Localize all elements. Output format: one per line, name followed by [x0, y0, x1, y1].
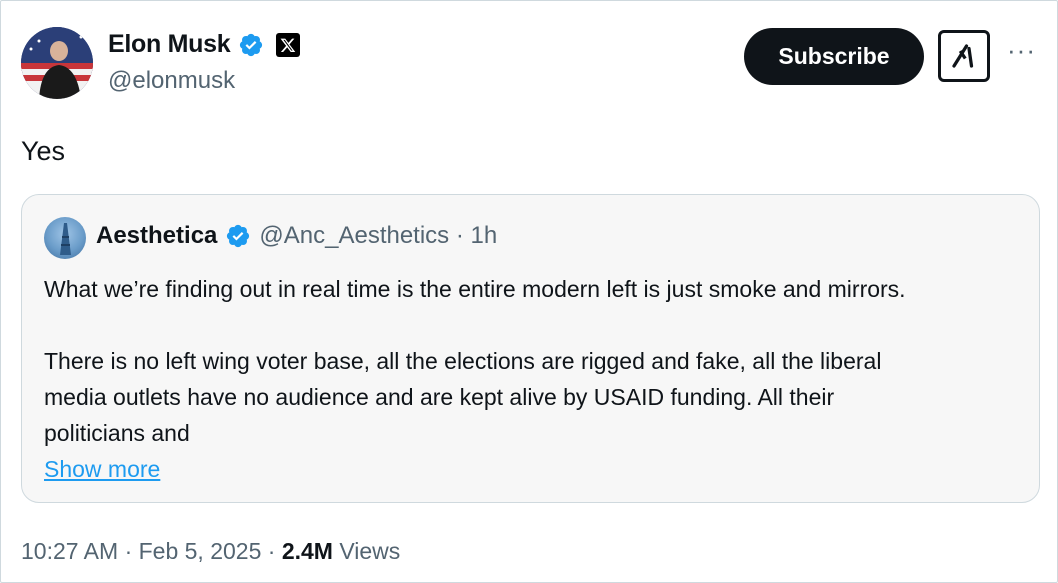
timestamp[interactable]: 10:27 AM · Feb 5, 2025 · — [21, 538, 282, 564]
author-handle[interactable]: @elonmusk — [108, 67, 235, 95]
quoted-paragraph-line: media outlets have no audience and are k… — [44, 384, 835, 410]
verified-badge-icon — [225, 223, 251, 249]
quoted-paragraph: What we’re finding out in real time is t… — [44, 276, 906, 302]
show-more-link[interactable]: Show more — [44, 456, 160, 482]
verified-badge-icon — [238, 32, 264, 58]
views-label: Views — [332, 538, 401, 564]
quoted-header: Aesthetica @Anc_Aesthetics · 1h — [96, 222, 497, 250]
author-name-row: Elon Musk — [108, 30, 301, 59]
x-logo-icon — [276, 32, 301, 57]
tweet-text: Yes — [21, 136, 66, 166]
tweet-card: Elon Musk @elonmusk Subscribe ··· Yes Ae… — [0, 0, 1058, 583]
quoted-author-name: Aesthetica — [96, 222, 218, 249]
author-avatar[interactable] — [21, 27, 93, 99]
quoted-paragraph-line: politicians and — [44, 420, 190, 446]
quoted-body: What we’re finding out in real time is t… — [44, 271, 1029, 487]
subscribe-button[interactable]: Subscribe — [744, 28, 924, 85]
tweet-meta: 10:27 AM · Feb 5, 2025 · 2.4M Views — [21, 538, 400, 565]
quoted-author-avatar — [44, 217, 86, 259]
author-name[interactable]: Elon Musk — [108, 30, 231, 59]
views-count: 2.4M — [281, 538, 333, 564]
avatar-image — [21, 27, 93, 99]
grok-icon[interactable] — [938, 30, 990, 82]
quoted-paragraph-line: There is no left wing voter base, all th… — [44, 348, 882, 374]
quoted-handle-time: @Anc_Aesthetics · 1h — [259, 222, 498, 249]
quoted-tweet[interactable]: Aesthetica @Anc_Aesthetics · 1h What we’… — [21, 194, 1040, 503]
more-icon[interactable]: ··· — [1007, 35, 1036, 66]
